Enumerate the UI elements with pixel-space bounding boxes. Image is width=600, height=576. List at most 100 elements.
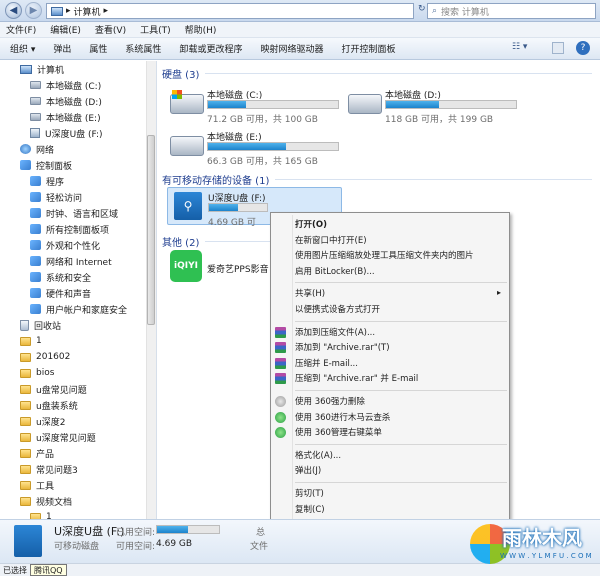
nav-item[interactable]: 计算机: [0, 61, 156, 77]
context-menu-item[interactable]: 复制(C): [295, 502, 325, 516]
nav-item-label: 程序: [46, 177, 65, 188]
nav-item[interactable]: 1: [0, 333, 156, 349]
context-menu-item[interactable]: 格式化(A)...: [295, 448, 341, 462]
context-menu-item[interactable]: 剪切(T): [295, 486, 324, 500]
address-bar: ◀ ▶ ▸ 计算机 ▸ ↻ ⌕ 搜索 计算机: [0, 0, 600, 22]
control-panel-icon: [30, 240, 41, 250]
context-menu-label: 启用 BitLocker(B)...: [295, 266, 375, 277]
nav-item[interactable]: 工具: [0, 477, 156, 493]
context-menu-item[interactable]: 在新窗口中打开(E): [295, 233, 367, 247]
toolbar-button[interactable]: 弹出: [53, 42, 71, 55]
group-header-hdd[interactable]: 硬盘 (3): [162, 66, 592, 81]
forward-icon[interactable]: ▶: [25, 2, 42, 19]
breadcrumb-arrow[interactable]: ▸: [104, 6, 109, 16]
context-menu-item[interactable]: 使用图片压缩缩放处理工具压缩文件夹内的图片: [295, 248, 474, 262]
address-field[interactable]: ▸ 计算机 ▸: [46, 3, 414, 19]
menu-item[interactable]: 文件(F): [6, 23, 36, 36]
nav-item-label: 1: [36, 336, 42, 346]
nav-item[interactable]: 硬件和声音: [0, 285, 156, 301]
context-menu-item[interactable]: 打开(O): [295, 217, 327, 231]
nav-item[interactable]: 常见问题3: [0, 461, 156, 477]
context-menu-item[interactable]: 启用 BitLocker(B)...: [295, 264, 375, 278]
nav-item-label: 所有控制面板项: [46, 225, 110, 236]
menu-item[interactable]: 编辑(E): [50, 23, 81, 36]
nav-item[interactable]: 用户帐户和家庭安全: [0, 301, 156, 317]
drive-space: 118 GB 可用，共 199 GB: [385, 115, 494, 125]
context-menu-item[interactable]: 使用 360进行木马云查杀: [295, 410, 390, 424]
nav-item[interactable]: u盘常见问题: [0, 381, 156, 397]
nav-item[interactable]: u盘装系统: [0, 397, 156, 413]
nav-item[interactable]: 视频文档: [0, 493, 156, 509]
nav-item[interactable]: u深度2: [0, 413, 156, 429]
nav-item[interactable]: 外观和个性化: [0, 237, 156, 253]
search-input[interactable]: ⌕ 搜索 计算机: [427, 3, 596, 19]
refresh-icon[interactable]: ↻: [418, 4, 426, 14]
nav-item[interactable]: bios: [0, 365, 156, 381]
nav-item-label: u深度常见问题: [36, 433, 96, 444]
nav-item[interactable]: 201602: [0, 349, 156, 365]
nav-scrollbar-thumb[interactable]: [147, 135, 155, 325]
context-menu-item[interactable]: 压缩并 E-mail...: [295, 356, 358, 370]
menu-item[interactable]: 查看(V): [95, 23, 126, 36]
help-icon[interactable]: ?: [576, 41, 590, 55]
nav-item[interactable]: 控制面板: [0, 157, 156, 173]
nav-item-label: 常见问题3: [36, 465, 78, 476]
nav-item[interactable]: 本地磁盘 (E:): [0, 109, 156, 125]
folder-icon: [20, 384, 31, 394]
context-menu-label: 剪切(T): [295, 489, 324, 499]
context-menu-item[interactable]: 共享(H): [295, 286, 325, 300]
nav-item[interactable]: 时钟、语言和区域: [0, 205, 156, 221]
toolbar-button[interactable]: 属性: [89, 42, 107, 55]
toolbar-button[interactable]: 映射网络驱动器: [260, 42, 323, 55]
nav-item[interactable]: 所有控制面板项: [0, 221, 156, 237]
nav-item[interactable]: u深度常见问题: [0, 429, 156, 445]
nav-item[interactable]: U深度U盘 (F:): [0, 125, 156, 141]
nav-item[interactable]: 轻松访问: [0, 189, 156, 205]
context-menu-item[interactable]: 弹出(J): [295, 463, 321, 477]
toolbar-button[interactable]: 系统属性: [125, 42, 161, 55]
context-menu-label: 复制(C): [295, 504, 325, 515]
nav-item[interactable]: 网络和 Internet: [0, 253, 156, 269]
nav-item[interactable]: 网络: [0, 141, 156, 157]
context-menu-label: 在新窗口中打开(E): [295, 235, 367, 246]
menu-item[interactable]: 帮助(H): [185, 23, 217, 36]
context-menu-item[interactable]: 使用 360强力删除: [295, 394, 365, 408]
group-header-other[interactable]: 其他 (2): [162, 234, 270, 249]
back-icon[interactable]: ◀: [5, 2, 22, 19]
preview-pane-icon[interactable]: [552, 42, 564, 54]
drive-icon: [30, 81, 41, 89]
folder-icon: [20, 352, 31, 362]
details-usage-bar: [156, 525, 220, 534]
context-menu-label: 共享(H): [295, 289, 326, 300]
group-header-removable[interactable]: 有可移动存储的设备 (1): [162, 172, 592, 187]
iqiyi-logo-icon: iQIYI: [170, 250, 202, 282]
nav-item[interactable]: 回收站: [0, 317, 156, 333]
usb-space: 4.69 GB 可: [208, 218, 256, 228]
menu-separator: [295, 282, 507, 284]
nav-item-label: U深度U盘 (F:): [45, 129, 103, 140]
context-menu-item[interactable]: 添加到压缩文件(A)...: [295, 325, 375, 339]
context-menu-item[interactable]: 使用 360管理右键菜单: [295, 425, 382, 439]
view-options-icon[interactable]: ☷ ▾: [512, 42, 527, 52]
context-menu-label: 使用 360管理右键菜单: [295, 428, 382, 439]
context-menu-item[interactable]: 添加到 "Archive.rar"(T): [295, 340, 390, 354]
context-menu-item[interactable]: 压缩到 "Archive.rar" 并 E-mail: [295, 371, 418, 385]
context-menu-item[interactable]: 以便携式设备方式打开: [295, 302, 380, 316]
drive-usage-bar: [207, 142, 339, 151]
drive-usage-bar: [385, 100, 517, 109]
nav-item[interactable]: 本地磁盘 (D:): [0, 93, 156, 109]
toolbar: 组织 ▾ 弹出 属性 系统属性 卸载或更改程序 映射网络驱动器 打开控制面板: [0, 38, 600, 60]
nav-item[interactable]: 本地磁盘 (C:): [0, 77, 156, 93]
drive-icon: [170, 136, 204, 156]
toolbar-button[interactable]: 打开控制面板: [341, 42, 395, 55]
nav-item[interactable]: 产品: [0, 445, 156, 461]
toolbar-button[interactable]: 组织 ▾: [10, 42, 35, 55]
nav-item-label: bios: [36, 368, 55, 378]
breadcrumb[interactable]: 计算机: [74, 5, 101, 18]
menu-item[interactable]: 工具(T): [140, 23, 171, 36]
nav-item[interactable]: 系统和安全: [0, 269, 156, 285]
nav-item[interactable]: 程序: [0, 173, 156, 189]
nav-item[interactable]: 1: [0, 509, 156, 519]
folder-icon: [20, 496, 31, 506]
toolbar-button[interactable]: 卸载或更改程序: [179, 42, 242, 55]
